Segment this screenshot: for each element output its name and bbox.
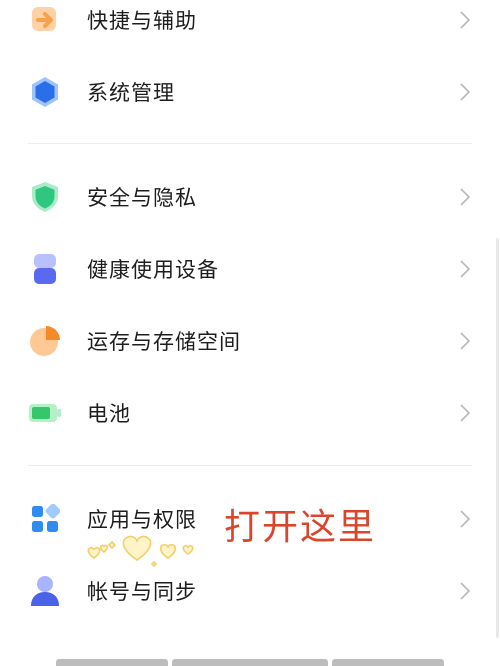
arrow-right-square-icon: [28, 3, 62, 37]
pie-chart-icon: [28, 324, 62, 358]
section-divider: [28, 143, 472, 144]
scrollbar[interactable]: [496, 238, 499, 638]
settings-item-label: 电池: [87, 402, 131, 426]
chevron-right-icon: [460, 11, 471, 29]
apps-grid-icon: [28, 502, 62, 536]
battery-icon: [28, 396, 62, 430]
chevron-right-icon: [460, 404, 471, 422]
settings-item-memory-storage[interactable]: 运存与存储空间: [0, 305, 500, 377]
annotation-text: 打开这里: [224, 507, 377, 548]
chevron-right-icon: [460, 188, 471, 206]
bottom-tab-1[interactable]: [56, 659, 168, 666]
chevron-right-icon: [460, 332, 471, 350]
chevron-right-icon: [460, 83, 471, 101]
settings-item-shortcuts[interactable]: 快捷与辅助: [0, 0, 500, 56]
shield-icon: [28, 180, 62, 214]
hourglass-icon: [28, 252, 62, 286]
hexagon-icon: [28, 75, 62, 109]
chevron-right-icon: [460, 510, 471, 528]
settings-item-security-privacy[interactable]: 安全与隐私: [0, 161, 500, 233]
settings-item-label: 健康使用设备: [87, 258, 219, 282]
bottom-tab-3[interactable]: [332, 659, 444, 666]
chevron-right-icon: [460, 582, 471, 600]
section-divider: [28, 465, 472, 466]
settings-item-system-management[interactable]: 系统管理: [0, 56, 500, 128]
settings-item-account-sync[interactable]: 帐号与同步: [0, 555, 500, 627]
settings-item-digital-wellbeing[interactable]: 健康使用设备: [0, 233, 500, 305]
chevron-right-icon: [460, 260, 471, 278]
settings-item-label: 安全与隐私: [87, 186, 197, 210]
settings-item-label: 系统管理: [87, 81, 175, 105]
settings-item-label: 快捷与辅助: [87, 9, 197, 33]
settings-item-label: 帐号与同步: [87, 580, 197, 604]
settings-item-battery[interactable]: 电池: [0, 377, 500, 449]
user-icon: [28, 574, 62, 608]
settings-item-label: 运存与存储空间: [87, 330, 241, 354]
bottom-tab-2[interactable]: [172, 659, 328, 666]
